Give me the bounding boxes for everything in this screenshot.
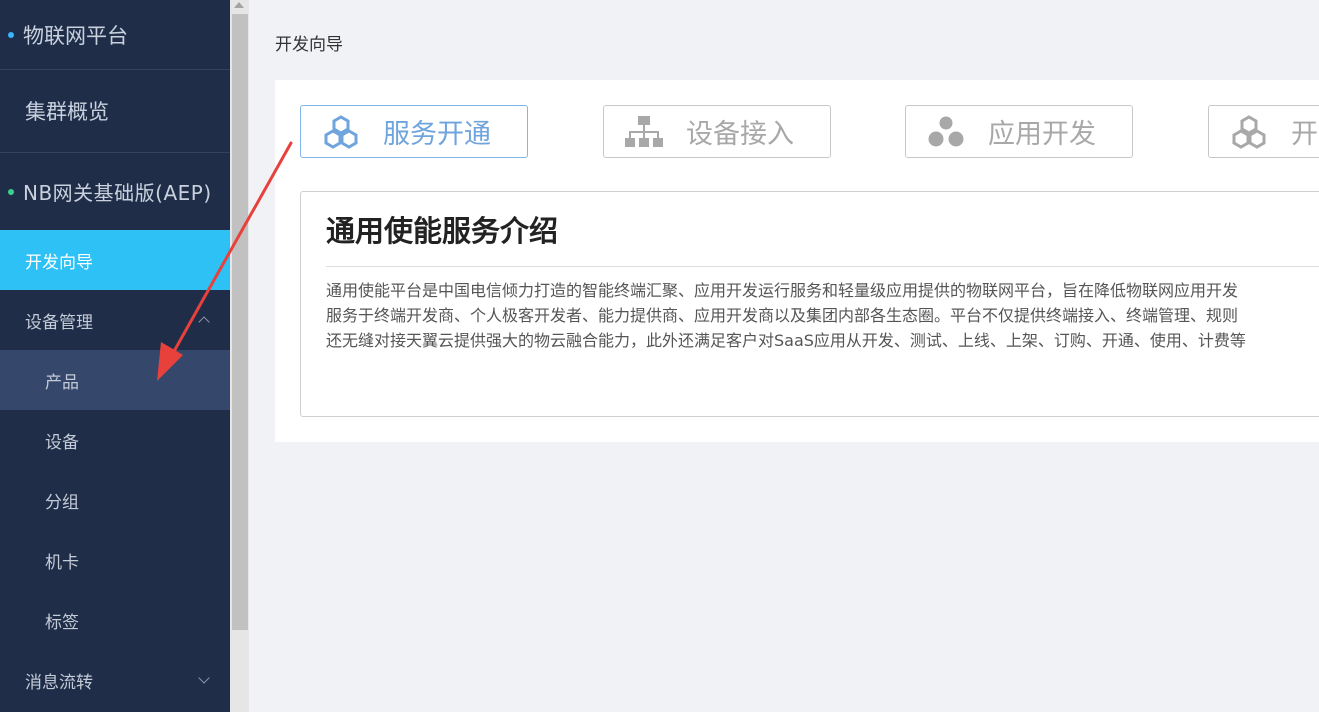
sidebar-subitem-label: 产品 — [45, 372, 79, 393]
step-app-development-button[interactable]: 应用开发 — [905, 105, 1133, 158]
sidebar: 物联网平台 集群概览 NB网关基础版(AEP) 开发向导 设备管理 产品 设备 … — [0, 0, 230, 712]
hexagon-cluster-icon — [1232, 114, 1266, 149]
intro-line: 通用使能平台是中国电信倾力打造的智能终端汇聚、应用开发运行服务和轻量级应用提供的… — [326, 281, 1239, 300]
sidebar-subitem-label: 机卡 — [45, 552, 79, 573]
network-tree-icon — [625, 115, 663, 147]
service-intro-text: 通用使能平台是中国电信倾力打造的智能终端汇聚、应用开发运行服务和轻量级应用提供的… — [326, 278, 1319, 353]
sidebar-cluster-label: 集群概览 — [25, 100, 109, 124]
sidebar-product-label: NB网关基础版(AEP) — [23, 181, 212, 205]
intro-line: 服务于终端开发商、个人极客开发者、能力提供商、应用开发商以及集团内部各生态圈。平… — [326, 306, 1239, 325]
sidebar-item-device-management[interactable]: 设备管理 — [0, 290, 230, 350]
service-intro-card: 通用使能服务介绍 通用使能平台是中国电信倾力打造的智能终端汇聚、应用开发运行服务… — [300, 191, 1319, 417]
page-title: 开发向导 — [275, 35, 343, 55]
sidebar-item-cluster[interactable]: 集群概览 — [0, 70, 230, 153]
sidebar-subitem-device[interactable]: 设备 — [0, 410, 230, 470]
sidebar-item-dev-guide[interactable]: 开发向导 — [0, 230, 230, 290]
intro-line: 还无缝对接天翼云提供强大的物云融合能力，此外还满足客户对SaaS应用从开发、测试… — [326, 331, 1246, 350]
app-root: 物联网平台 集群概览 NB网关基础版(AEP) 开发向导 设备管理 产品 设备 … — [0, 0, 1319, 712]
status-dot-icon — [8, 188, 14, 195]
sidebar-subitem-tags[interactable]: 标签 — [0, 590, 230, 650]
guide-panel: 服务开通 设备接入 应用开发 开 通用使能服务介绍 通用使能平台是中国电信倾力打… — [275, 80, 1319, 442]
sidebar-product[interactable]: NB网关基础版(AEP) — [0, 153, 230, 230]
sidebar-subitem-product[interactable]: 产品 — [0, 350, 230, 410]
step-label: 开 — [1291, 119, 1318, 150]
sidebar-item-label: 消息流转 — [25, 672, 93, 693]
sidebar-subitem-label: 标签 — [45, 612, 79, 633]
sidebar-platform-label: 物联网平台 — [23, 23, 128, 48]
sidebar-subitem-label: 设备 — [45, 432, 79, 453]
sidebar-item-label: 开发向导 — [25, 252, 93, 273]
sidebar-platform[interactable]: 物联网平台 — [0, 0, 230, 70]
status-dot-icon — [8, 31, 14, 38]
step-service-activation-button[interactable]: 服务开通 — [300, 105, 528, 158]
chevron-up-icon — [198, 316, 210, 328]
sidebar-item-label: 设备管理 — [25, 312, 93, 333]
step-device-access-button[interactable]: 设备接入 — [603, 105, 831, 158]
sidebar-item-message-flow[interactable]: 消息流转 — [0, 650, 230, 710]
step-label: 服务开通 — [383, 119, 491, 150]
chevron-down-icon — [198, 672, 210, 684]
main-content: 开发向导 服务开通 设备接入 应用开发 开 通用使能服务介绍 通用使能平台是中国… — [249, 0, 1319, 712]
scroll-up-arrow-icon[interactable] — [234, 2, 244, 8]
circles-cluster-icon — [928, 116, 964, 146]
step-partial-button[interactable]: 开 — [1208, 105, 1319, 158]
sidebar-subitem-group[interactable]: 分组 — [0, 470, 230, 530]
sidebar-subitem-sim-card[interactable]: 机卡 — [0, 530, 230, 590]
step-label: 应用开发 — [988, 119, 1096, 150]
sidebar-subitem-label: 分组 — [45, 492, 79, 513]
sidebar-scrollbar-thumb[interactable] — [232, 14, 248, 630]
service-intro-title: 通用使能服务介绍 — [326, 208, 1319, 267]
hexagon-cluster-icon — [324, 114, 358, 149]
step-label: 设备接入 — [686, 119, 794, 150]
